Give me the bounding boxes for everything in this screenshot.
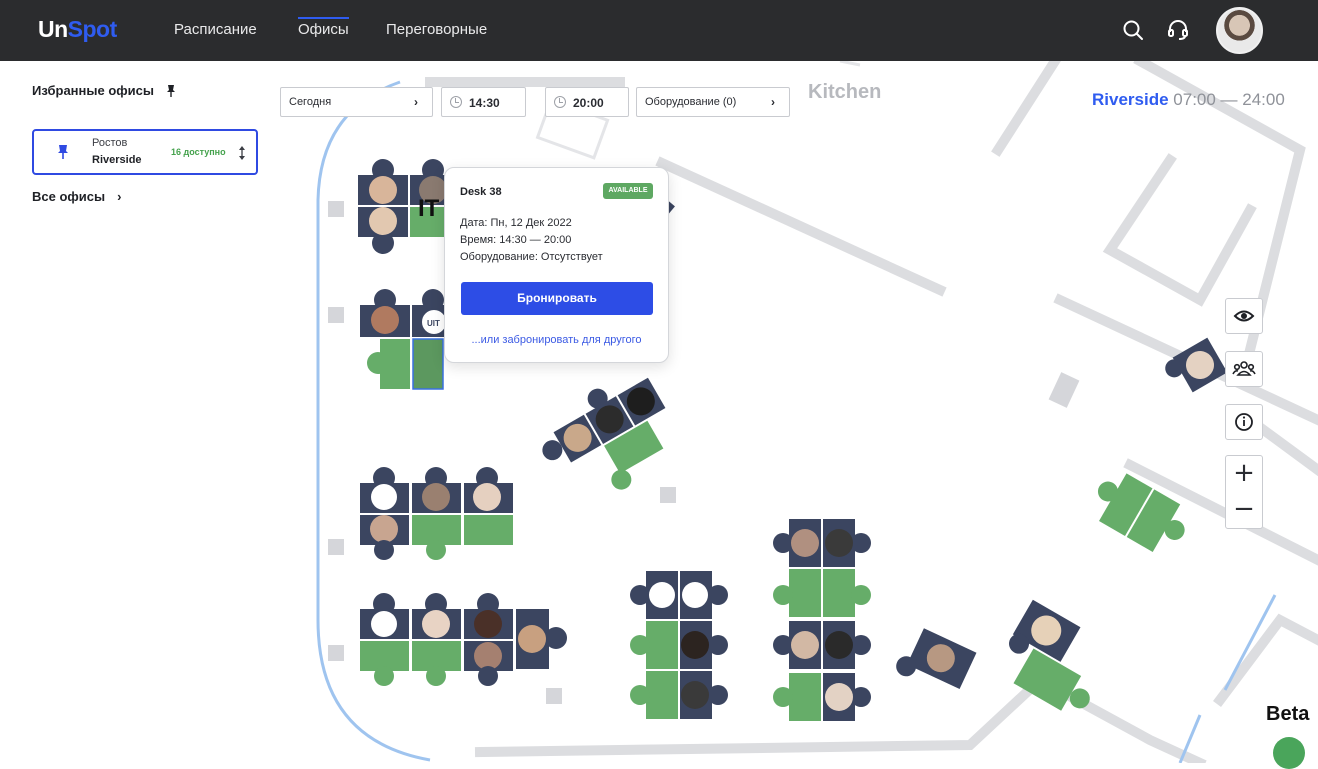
- people-icon: [1232, 361, 1256, 376]
- desk-cluster-it: IT: [358, 159, 447, 254]
- nav-meeting-rooms[interactable]: Переговорные: [386, 21, 487, 38]
- uit-logo-text: UIT: [427, 319, 440, 328]
- pin-icon: [167, 85, 175, 97]
- clock-icon: [450, 96, 462, 108]
- office-name: Riverside: [92, 154, 142, 166]
- all-offices-label: Все офисы: [32, 189, 106, 204]
- desk-38-selected: [412, 338, 444, 390]
- desk-title: Desk 38: [460, 186, 502, 198]
- favorite-offices-title: Избранные офисы: [32, 83, 154, 98]
- desk-cluster-5: [360, 593, 567, 686]
- booking-time: Время: 14:30 — 20:00: [460, 234, 572, 246]
- favorite-office-card-riverside[interactable]: Ростов Riverside 16 доступно: [32, 129, 258, 175]
- clock-icon: [554, 96, 566, 108]
- booking-equipment: Оборудование: Отсутствует: [460, 251, 603, 263]
- nav-schedule[interactable]: Расписание: [174, 21, 257, 38]
- office-header-name: Riverside: [1092, 90, 1169, 109]
- logo-text-spot: Spot: [67, 16, 118, 42]
- top-navigation-bar: UnSpot Расписание Офисы Переговорные: [0, 0, 1318, 61]
- status-badge: AVAILABLE: [603, 183, 653, 199]
- colleagues-button[interactable]: [1225, 351, 1263, 387]
- chevron-right-icon: ›: [117, 189, 122, 204]
- time-from-filter[interactable]: 14:30: [441, 87, 526, 117]
- date-filter[interactable]: Сегодня ›: [280, 87, 433, 117]
- support-headset-icon[interactable]: [1166, 18, 1190, 42]
- info-icon: [1235, 413, 1253, 431]
- drag-handle-icon[interactable]: [237, 145, 247, 161]
- time-to-value: 20:00: [573, 96, 604, 110]
- desk-cluster-2: UIT: [360, 289, 448, 390]
- equipment-filter[interactable]: Оборудование (0) ›: [636, 87, 790, 117]
- chevron-right-icon: ›: [771, 95, 775, 109]
- desk-rotated-single: [896, 628, 977, 689]
- office-header: Riverside 07:00 — 24:00: [1092, 90, 1285, 110]
- eye-icon: [1233, 310, 1255, 322]
- time-from-value: 14:30: [469, 96, 500, 110]
- office-header-hours: 07:00 — 24:00: [1173, 90, 1285, 109]
- equipment-filter-label: Оборудование (0): [645, 96, 737, 108]
- nav-offices[interactable]: Офисы: [298, 17, 349, 38]
- desk-cluster-4: [360, 467, 513, 560]
- info-button[interactable]: [1225, 404, 1263, 440]
- search-icon[interactable]: [1121, 18, 1145, 42]
- all-offices-link[interactable]: Все офисы ›: [32, 189, 121, 204]
- zoom-out-button[interactable]: −: [1226, 492, 1262, 528]
- desk-rotated-green: [1097, 473, 1185, 552]
- beta-label: Beta: [1266, 703, 1310, 725]
- it-team-label: IT: [418, 195, 440, 222]
- chevron-right-icon: ›: [414, 95, 418, 109]
- logo-text-un: Un: [38, 16, 68, 42]
- time-to-filter[interactable]: 20:00: [545, 87, 629, 117]
- visibility-toggle-button[interactable]: [1225, 298, 1263, 334]
- desk-cluster-6: [630, 571, 728, 719]
- beta-badge-icon[interactable]: [1273, 737, 1305, 769]
- book-for-other-link[interactable]: ...или забронировать для другого: [445, 334, 668, 346]
- zoom-in-button[interactable]: +: [1226, 456, 1262, 492]
- desk-cluster-7: [773, 519, 871, 721]
- user-avatar[interactable]: [1216, 7, 1263, 54]
- pin-icon[interactable]: [56, 144, 70, 160]
- office-availability: 16 доступно: [171, 147, 226, 157]
- desk-booking-popup: Desk 38 AVAILABLE Дата: Пн, 12 Дек 2022 …: [444, 167, 669, 363]
- booking-date: Дата: Пн, 12 Дек 2022: [460, 217, 572, 229]
- kitchen-label: Kitchen: [808, 81, 881, 103]
- zoom-controls: + −: [1225, 455, 1263, 529]
- book-button[interactable]: Бронировать: [461, 282, 653, 315]
- office-city: Ростов: [92, 137, 128, 149]
- date-filter-label: Сегодня: [289, 96, 332, 108]
- unspot-logo[interactable]: UnSpot: [38, 16, 117, 43]
